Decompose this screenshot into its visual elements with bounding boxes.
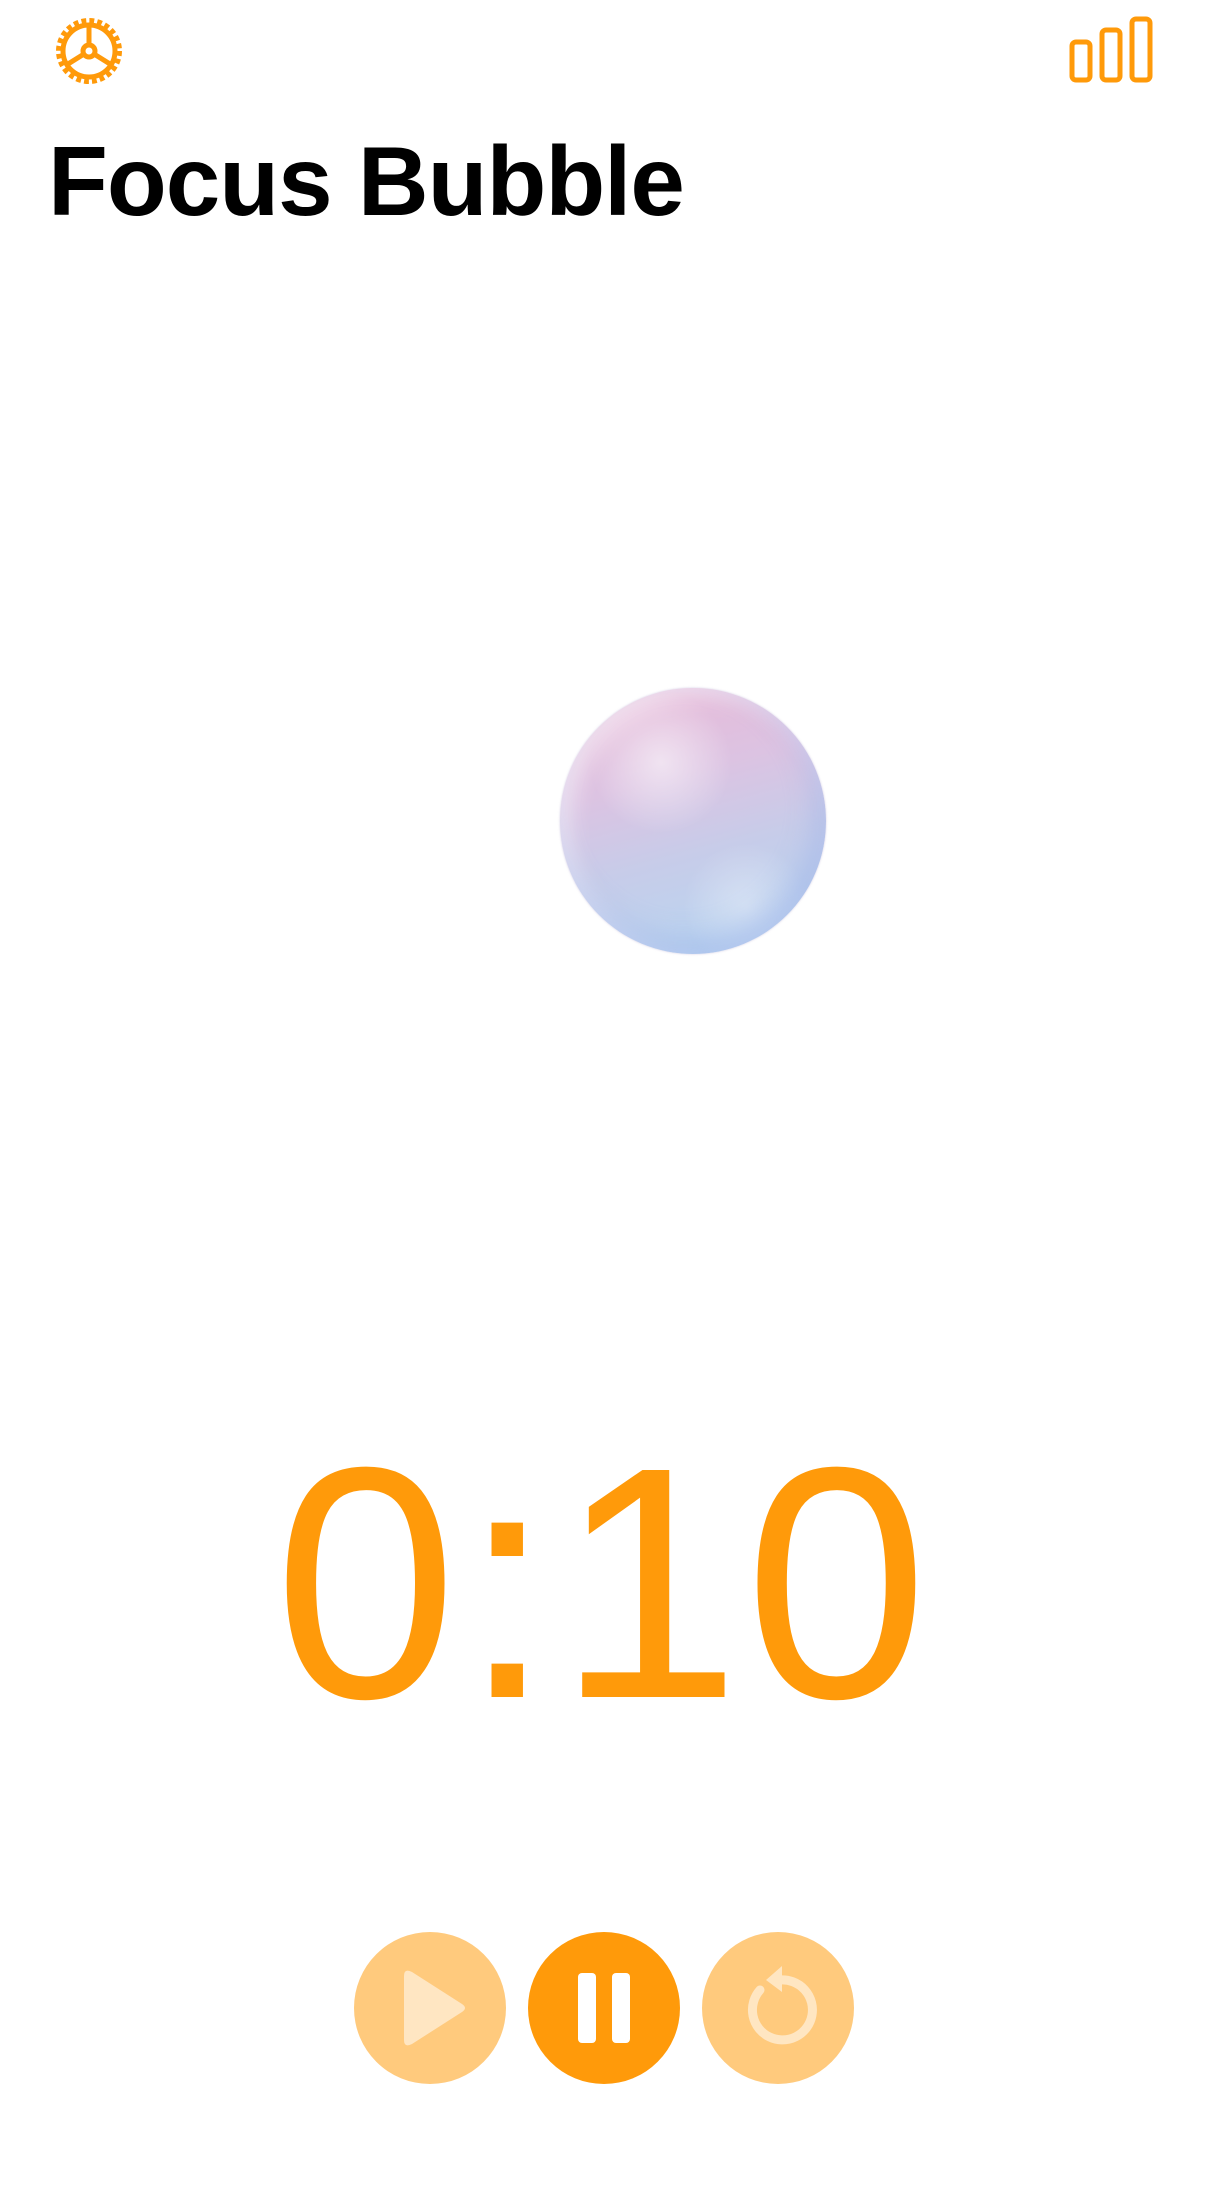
timer-controls — [0, 1932, 1206, 2084]
focus-bubble — [560, 688, 826, 954]
pause-button[interactable] — [528, 1932, 680, 2084]
play-icon — [404, 1970, 465, 2046]
bar-chart-icon — [1069, 16, 1153, 83]
reset-icon — [747, 1966, 817, 2045]
play-button[interactable] — [354, 1932, 506, 2084]
statistics-button[interactable] — [1068, 16, 1154, 84]
pause-icon — [578, 1973, 630, 2043]
app-title: Focus Bubble — [48, 126, 685, 236]
settings-button[interactable] — [52, 14, 126, 88]
timer-display: 0:10 — [273, 1398, 933, 1767]
reset-button[interactable] — [702, 1932, 854, 2084]
gear-icon — [56, 18, 122, 84]
